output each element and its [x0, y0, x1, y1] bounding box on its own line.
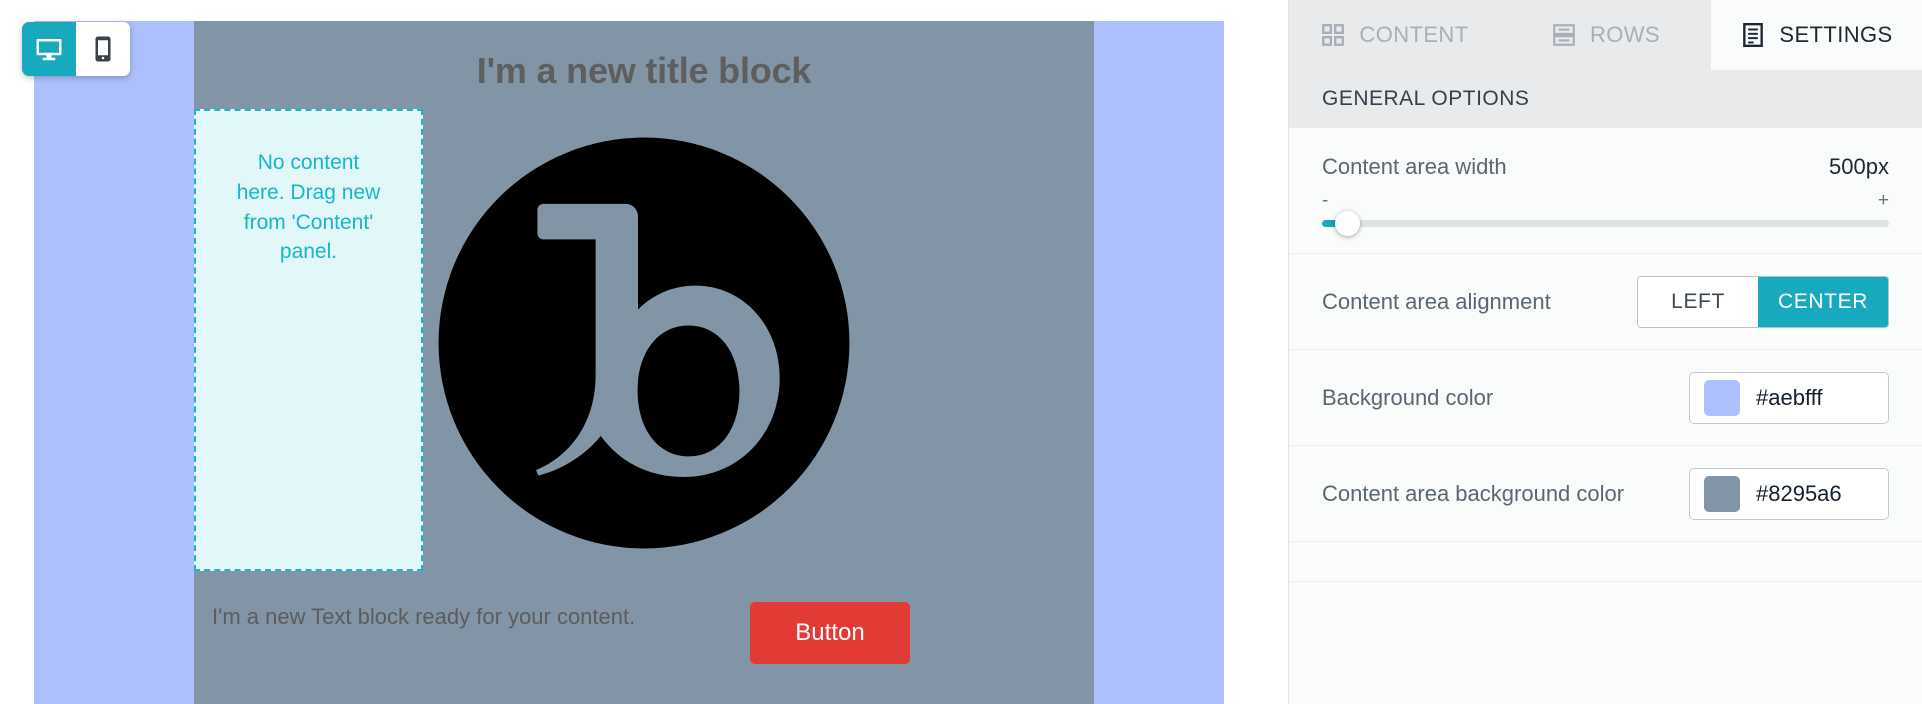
- mobile-icon: [88, 34, 118, 64]
- content-area-background-color-picker[interactable]: #8295a6: [1689, 467, 1889, 520]
- option-background-color: Background color #aebfff: [1289, 350, 1922, 446]
- slider-decrement-button[interactable]: -: [1322, 190, 1328, 212]
- tab-settings-label: SETTINGS: [1779, 22, 1893, 47]
- email-builder-app: I'm a new title block No content here. D…: [0, 0, 1922, 704]
- content-area-alignment-label: Content area alignment: [1322, 288, 1551, 314]
- settings-panel: CONTENT ROWS SETTINGS GENERAL OPTIONS Co…: [1288, 0, 1922, 704]
- desktop-icon: [34, 34, 64, 64]
- device-preview-switch[interactable]: [22, 22, 130, 76]
- rows-icon: [1551, 22, 1577, 48]
- background-color-picker[interactable]: #aebfff: [1689, 371, 1889, 424]
- text-block[interactable]: I'm a new Text block ready for your cont…: [212, 604, 635, 630]
- content-area-background-color-label: Content area background color: [1322, 480, 1625, 506]
- panel-tabbar: CONTENT ROWS SETTINGS: [1289, 0, 1922, 70]
- option-content-area-width: Content area width 500px - +: [1289, 128, 1922, 254]
- canvas-pane: I'm a new title block No content here. D…: [0, 0, 1288, 704]
- tab-settings[interactable]: SETTINGS: [1711, 0, 1922, 70]
- content-area-width-slider[interactable]: [1322, 211, 1889, 236]
- slider-increment-button[interactable]: +: [1878, 190, 1889, 212]
- alignment-segmented-control[interactable]: LEFT CENTER: [1637, 275, 1889, 328]
- tab-content[interactable]: CONTENT: [1289, 0, 1500, 70]
- slider-thumb[interactable]: [1335, 211, 1360, 236]
- content-area-width-value: 500px: [1829, 154, 1889, 179]
- cta-button[interactable]: Button: [750, 602, 910, 664]
- grid-icon: [1320, 22, 1346, 48]
- settings-list-icon: [1740, 22, 1766, 48]
- content-area-background-color-swatch[interactable]: [1704, 475, 1740, 512]
- content-area-width-label: Content area width: [1322, 154, 1507, 179]
- title-block[interactable]: I'm a new title block: [194, 50, 1094, 92]
- panel-row-divider: [1289, 542, 1922, 582]
- content-area[interactable]: I'm a new title block No content here. D…: [194, 21, 1094, 704]
- alignment-left-button[interactable]: LEFT: [1638, 276, 1759, 327]
- desktop-preview-button[interactable]: [22, 22, 76, 76]
- empty-content-drop-zone[interactable]: No content here. Drag new from 'Content'…: [194, 109, 423, 571]
- content-area-background-color-value: #8295a6: [1756, 480, 1842, 506]
- mobile-preview-button[interactable]: [76, 22, 130, 76]
- background-color-label: Background color: [1322, 384, 1494, 410]
- option-content-area-alignment: Content area alignment LEFT CENTER: [1289, 254, 1922, 350]
- section-header-general-options: GENERAL OPTIONS: [1289, 70, 1922, 128]
- tab-rows-label: ROWS: [1589, 22, 1661, 47]
- tab-content-label: CONTENT: [1359, 22, 1469, 47]
- content-area-width-header: Content area width 500px: [1322, 154, 1889, 180]
- slider-signs: - +: [1322, 190, 1889, 212]
- option-content-area-background-color: Content area background color #8295a6: [1289, 446, 1922, 542]
- b-logo-icon: [438, 137, 850, 549]
- background-color-value: #aebfff: [1756, 384, 1823, 410]
- tab-rows[interactable]: ROWS: [1500, 0, 1711, 70]
- background-color-swatch[interactable]: [1704, 379, 1740, 416]
- alignment-center-button[interactable]: CENTER: [1758, 276, 1888, 327]
- drop-zone-label: No content here. Drag new from 'Content'…: [236, 151, 381, 264]
